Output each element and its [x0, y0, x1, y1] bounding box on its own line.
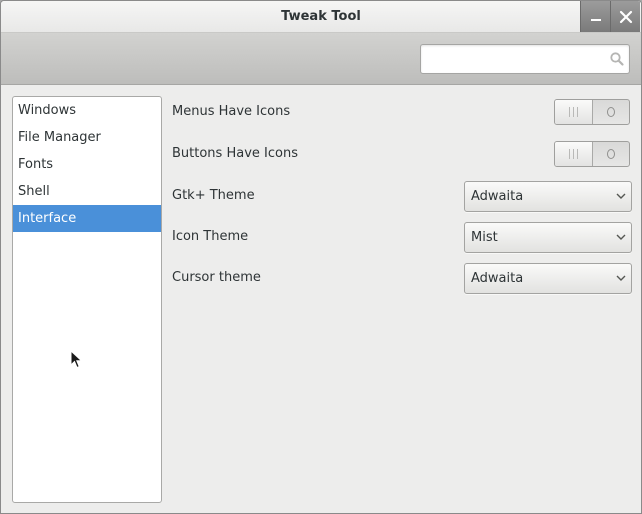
grip-icon [569, 107, 579, 117]
tweak-tool-window: Tweak Tool Windows File Manager Fonts Sh… [0, 0, 642, 514]
gtk-theme-combo[interactable]: Adwaita [464, 181, 632, 212]
setting-row-gtk-theme: Gtk+ Theme Adwaita [172, 181, 632, 212]
combo-value: Adwaita [471, 189, 524, 204]
search-input[interactable] [425, 49, 609, 71]
setting-label: Buttons Have Icons [172, 146, 298, 161]
header-toolbar [1, 33, 641, 85]
sidebar-item-label: Fonts [18, 157, 54, 172]
sidebar-item-label: File Manager [18, 130, 101, 145]
icon-theme-combo[interactable]: Mist [464, 222, 632, 253]
grip-icon [569, 149, 579, 159]
off-indicator-icon [607, 107, 615, 117]
buttons-have-icons-switch[interactable] [554, 141, 630, 167]
setting-row-icon-theme: Icon Theme Mist [172, 222, 632, 253]
close-button[interactable] [610, 1, 640, 32]
setting-row-menus-have-icons: Menus Have Icons [172, 97, 632, 127]
setting-label: Cursor theme [172, 270, 261, 285]
minimize-icon [591, 19, 601, 21]
switch-knob[interactable] [555, 100, 593, 124]
sidebar-item-label: Shell [18, 184, 50, 199]
search-field[interactable] [420, 44, 630, 74]
combo-value: Adwaita [471, 271, 524, 286]
setting-row-cursor-theme: Cursor theme Adwaita [172, 263, 632, 294]
close-icon [619, 10, 633, 24]
sidebar-item-windows[interactable]: Windows [13, 97, 161, 124]
combo-value: Mist [471, 230, 498, 245]
switch-knob[interactable] [555, 142, 593, 166]
menus-have-icons-switch[interactable] [554, 99, 630, 125]
sidebar-item-fonts[interactable]: Fonts [13, 151, 161, 178]
setting-label: Gtk+ Theme [172, 188, 255, 203]
chevron-down-icon [616, 234, 626, 240]
chevron-down-icon [616, 193, 626, 199]
setting-label: Icon Theme [172, 229, 249, 244]
category-sidebar[interactable]: Windows File Manager Fonts Shell Interfa… [12, 96, 162, 503]
sidebar-item-label: Interface [18, 211, 77, 226]
sidebar-item-file-manager[interactable]: File Manager [13, 124, 161, 151]
off-indicator-icon [607, 149, 615, 159]
sidebar-item-interface[interactable]: Interface [13, 205, 161, 232]
window-title: Tweak Tool [281, 9, 361, 24]
cursor-theme-combo[interactable]: Adwaita [464, 263, 632, 294]
titlebar[interactable]: Tweak Tool [1, 1, 641, 33]
sidebar-item-label: Windows [18, 103, 77, 118]
chevron-down-icon [616, 275, 626, 281]
mouse-pointer-icon [70, 350, 83, 369]
sidebar-item-shell[interactable]: Shell [13, 178, 161, 205]
search-icon [610, 52, 624, 66]
minimize-button[interactable] [580, 1, 610, 32]
setting-label: Menus Have Icons [172, 104, 291, 119]
setting-row-buttons-have-icons: Buttons Have Icons [172, 139, 632, 169]
